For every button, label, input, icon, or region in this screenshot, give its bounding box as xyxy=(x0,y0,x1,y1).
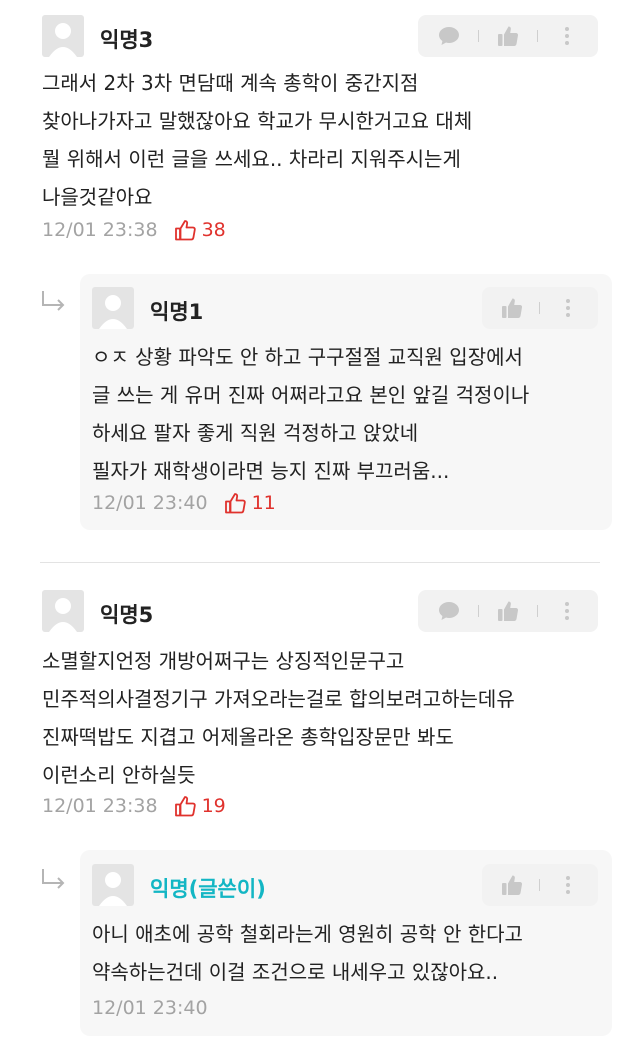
more-vertical-icon xyxy=(566,876,571,894)
like-count-value: 19 xyxy=(201,795,226,817)
comment: 익명5 소멸할지언정 개방어쩌구는 상징적인문구고 민주적의사결정기구 가져오라… xyxy=(0,575,640,835)
comment-timestamp: 12/01 23:40 xyxy=(92,997,208,1019)
comment-timestamp: 12/01 23:40 xyxy=(92,492,208,514)
comment-meta: 12/01 23:38 19 xyxy=(42,795,226,817)
reply-button[interactable] xyxy=(433,20,465,52)
thumbs-up-icon xyxy=(501,875,522,895)
like-count-icon xyxy=(174,220,196,241)
like-button[interactable] xyxy=(496,292,528,324)
action-separator xyxy=(537,30,539,42)
comment-timestamp: 12/01 23:38 xyxy=(42,795,158,817)
default-avatar-icon xyxy=(49,23,77,57)
like-count-value: 11 xyxy=(251,492,276,514)
more-vertical-icon xyxy=(566,299,571,317)
comment-text: 소멸할지언정 개방어쩌구는 상징적인문구고 민주적의사결정기구 가져오라는걸로 … xyxy=(42,649,515,787)
like-count: 38 xyxy=(174,219,226,241)
default-avatar-icon xyxy=(99,872,127,906)
comment-text: 그래서 2차 3차 면담때 계속 총학이 중간지점 찾아나가자고 말했잖아요 학… xyxy=(42,71,473,209)
avatar xyxy=(42,590,84,632)
like-count: 19 xyxy=(174,795,226,817)
reply-arrow-icon xyxy=(40,868,68,892)
more-vertical-icon xyxy=(565,602,570,620)
action-separator xyxy=(477,605,479,617)
comment: 익명3 그래서 2차 3차 면담때 계속 총학이 중간지점 찾아나가자고 말했잖… xyxy=(0,0,640,260)
comment-actions xyxy=(418,590,598,632)
comment-actions xyxy=(418,15,598,57)
like-button[interactable] xyxy=(496,869,528,901)
action-separator xyxy=(539,302,541,314)
avatar xyxy=(42,15,84,57)
comment-meta: 12/01 23:38 38 xyxy=(42,219,226,241)
reply-arrow-icon xyxy=(40,290,68,314)
more-vertical-icon xyxy=(565,27,570,45)
action-separator xyxy=(539,879,541,891)
thumbs-up-icon xyxy=(497,26,518,46)
comment-actions xyxy=(482,287,598,329)
like-count: 11 xyxy=(224,492,276,514)
comment-timestamp: 12/01 23:38 xyxy=(42,219,158,241)
default-avatar-icon xyxy=(99,295,127,329)
comment-text: 아니 애초에 공학 철회라는게 영원히 공학 안 한다고 약속하는건데 이걸 조… xyxy=(92,922,523,984)
reply-comment: 익명1 ㅇㅈ 상황 파악도 안 하고 구구절절 교직원 입장에서 글 쓰는 게 … xyxy=(80,274,612,530)
like-button[interactable] xyxy=(492,595,524,627)
speech-bubble-icon xyxy=(438,602,459,620)
default-avatar-icon xyxy=(49,598,77,632)
more-button[interactable] xyxy=(552,869,584,901)
reply-comment: 익명(글쓴이) 아니 애초에 공학 철회라는게 영원히 공학 안 한다고 약속하… xyxy=(80,850,612,1036)
comment-author-op: 익명(글쓴이) xyxy=(150,877,266,901)
like-count-icon xyxy=(224,493,246,514)
more-button[interactable] xyxy=(551,595,583,627)
like-button[interactable] xyxy=(492,20,524,52)
speech-bubble-icon xyxy=(438,27,459,45)
avatar xyxy=(92,287,134,329)
action-separator xyxy=(477,30,479,42)
comment-meta: 12/01 23:40 11 xyxy=(92,492,276,514)
thumbs-up-icon xyxy=(497,601,518,621)
more-button[interactable] xyxy=(551,20,583,52)
reply-button[interactable] xyxy=(433,595,465,627)
comment-actions xyxy=(482,864,598,906)
action-separator xyxy=(537,605,539,617)
comment-divider xyxy=(40,562,600,563)
like-count-icon xyxy=(174,796,196,817)
like-count-value: 38 xyxy=(201,219,226,241)
comment-author: 익명5 xyxy=(100,603,154,627)
comment-text: ㅇㅈ 상황 파악도 안 하고 구구절절 교직원 입장에서 글 쓰는 게 유머 진… xyxy=(92,345,530,483)
comment-author: 익명1 xyxy=(150,300,204,324)
more-button[interactable] xyxy=(552,292,584,324)
comment-author: 익명3 xyxy=(100,28,154,52)
avatar xyxy=(92,864,134,906)
thumbs-up-icon xyxy=(501,298,522,318)
comment-meta: 12/01 23:40 xyxy=(92,997,208,1019)
